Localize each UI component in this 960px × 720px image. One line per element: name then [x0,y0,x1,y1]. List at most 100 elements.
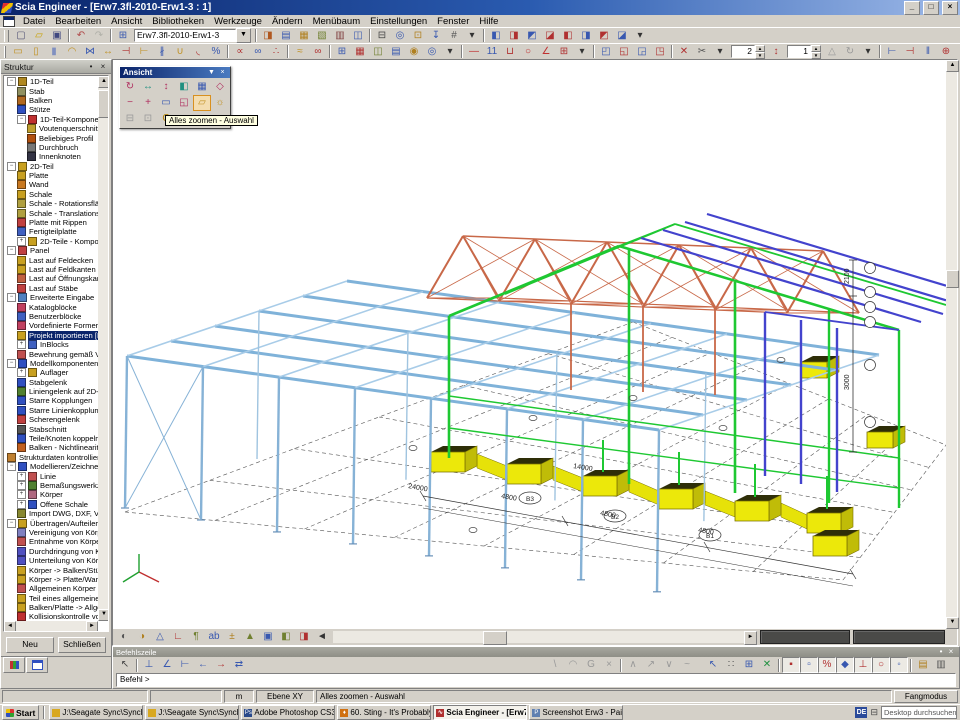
tree-item[interactable]: Last auf Feldkanten [4,265,98,274]
tree-item[interactable]: −Übertragen/Aufteilen/Ver [4,518,98,527]
tree-item[interactable]: Last auf Stäbe [4,284,98,293]
track-x-icon[interactable]: ← [194,657,212,673]
tree-item[interactable]: Scherengelenk [4,415,98,424]
tree-item[interactable]: +2D-Teile - Komponent [4,237,98,246]
tree-item[interactable]: Stabgelenk [4,378,98,387]
break-icon[interactable]: ∦ [153,44,171,60]
scale-icon[interactable]: % [207,44,225,60]
copy-icon[interactable]: ▯ [27,44,45,60]
spinner-down-icon[interactable]: ▼ [811,52,821,59]
layer-manager-icon[interactable]: ◫ [349,28,367,44]
tree-item[interactable]: Last auf Feldecken [4,255,98,264]
collapse-icon[interactable]: − [7,293,16,302]
more-modify-tools-icon[interactable]: ▾ [441,44,459,60]
collapse-icon[interactable]: − [7,519,16,528]
tree-vertical-scrollbar[interactable]: ▲ ▼ [98,76,108,621]
move-icon[interactable]: ▭ [9,44,27,60]
snap-mode-button[interactable]: Fangmodus [894,690,958,703]
language-indicator[interactable]: DE [855,707,867,718]
zoom-pan-icon[interactable]: ↔ [139,79,157,95]
tree-item[interactable]: Balken - Nichtlinearitä [4,443,98,452]
scroll-right-icon[interactable]: ► [744,631,757,645]
view-parameters-dialog-icon[interactable]: ◧ [277,629,295,645]
picture-to-gallery-icon[interactable]: ◨ [295,629,313,645]
draw-polyline-icon[interactable]: ⊔ [501,44,519,60]
tree-item[interactable]: Vordefinierte Formen [4,321,98,330]
draw-grid-icon[interactable]: ⊞ [555,44,573,60]
show-supports-icon[interactable]: △ [151,629,169,645]
edit-table-icon[interactable]: ⊞ [333,44,351,60]
more-window-layouts-icon[interactable]: ▾ [631,28,649,44]
minimize-button[interactable]: _ [904,1,920,15]
select-cursor-icon[interactable]: ↖ [116,657,134,673]
snap-tangent-icon[interactable]: ○ [872,657,890,673]
collapse-icon[interactable]: − [7,462,16,471]
tree-item[interactable]: +Offene Schale [4,500,98,509]
rotate-icon[interactable]: ◠ [63,44,81,60]
spinner-up-icon[interactable]: ▲ [811,45,821,52]
member-end-node-icon[interactable]: ⊣ [901,44,919,60]
more-draw-tools-icon[interactable]: ▾ [573,44,591,60]
solid-mode-icon[interactable]: ◑ [133,629,151,645]
activity-toggle-icon[interactable]: ◉ [405,44,423,60]
snap-orthogonal-icon[interactable]: ⊥ [854,657,872,673]
tree-item[interactable]: Bewehrung gemäß Vo [4,349,98,358]
tree-item[interactable]: −1D-Teil [4,77,98,86]
tree-item[interactable]: Schale - Rotationsfläc [4,199,98,208]
view-parameters-icon[interactable]: ◫ [369,44,387,60]
close-tree-button[interactable]: Schließen [58,637,106,653]
taskbar-task[interactable]: PScreenshot Erw3 - Paint [529,705,623,720]
snap-intersections-icon[interactable]: ◆ [836,657,854,673]
project-manager-icon[interactable]: ⊞ [114,28,132,44]
view-top-icon[interactable]: ▦ [193,79,211,95]
view-axonometric-icon[interactable]: ◇ [211,79,229,95]
tree-item[interactable]: Last auf Öffnungskan [4,274,98,283]
open-project-icon[interactable]: ▱ [30,28,48,44]
disconnect-members-icon[interactable]: ∞ [249,44,267,60]
expand-icon[interactable]: + [17,237,26,246]
tab-window-list[interactable] [26,657,48,673]
export-icon[interactable]: ↧ [427,28,445,44]
snap-arc-center-icon[interactable]: ◦ [890,657,908,673]
collapse-icon[interactable]: − [7,359,16,368]
more-edit-tools-icon[interactable]: ▾ [711,44,729,60]
spinner-down-icon[interactable]: ▼ [755,52,765,59]
printer-icon[interactable]: ⊟ [870,707,878,718]
tree-item[interactable]: Starre Linienkopplung [4,406,98,415]
expand-icon[interactable]: + [17,368,26,377]
tree-item[interactable]: +Bemaßungswerkzeug [4,481,98,490]
step-spinner[interactable]: 1 ▲▼ [787,45,821,58]
desktop-search-input[interactable]: Desktop durchsuchen [881,706,957,719]
rotate-step-icon[interactable]: ↻ [841,44,859,60]
maximize-button[interactable]: □ [923,1,939,15]
visibility-icon[interactable]: ◎ [423,44,441,60]
scroll-left-icon[interactable]: ◄ [4,621,16,632]
menu-fenster[interactable]: Fenster [432,15,474,28]
collapse-icon[interactable]: − [7,77,16,86]
new-button[interactable]: Neu [6,637,54,653]
docked-strip-right[interactable] [853,630,945,644]
viewport-hscroll-thumb[interactable] [483,631,507,645]
viewport-layout-2-icon[interactable]: ◱ [615,44,633,60]
tree-item[interactable]: Voutenquerschnitt [4,124,98,133]
view-window-5-icon[interactable]: ◧ [559,28,577,44]
tree-item[interactable]: Schale [4,190,98,199]
tree-item[interactable]: +Auflager [4,368,98,377]
viewport-vscroll-thumb[interactable] [946,270,959,288]
calculator-icon[interactable]: # [445,28,463,44]
show-loads-icon[interactable]: ∟ [169,629,187,645]
track-y-icon[interactable]: → [212,657,230,673]
tree-item[interactable]: Platte [4,171,98,180]
expand-icon[interactable]: + [17,472,26,481]
close-panel-icon[interactable]: × [946,647,956,657]
tree-item[interactable]: −Modellkomponenten [4,359,98,368]
fillet-icon[interactable]: ◟ [189,44,207,60]
curve-mode-icon[interactable]: G [582,657,600,673]
tree-item[interactable]: Fertigteilplatte [4,227,98,236]
command-macro-icon[interactable]: ▤ [914,657,932,673]
view-window-4-icon[interactable]: ◪ [541,28,559,44]
tree-item[interactable]: Beliebiges Profil [4,133,98,142]
collapse-icon[interactable]: − [17,115,26,124]
snap-length-icon[interactable]: ⊥ [140,657,158,673]
expand-icon[interactable]: + [17,500,26,509]
